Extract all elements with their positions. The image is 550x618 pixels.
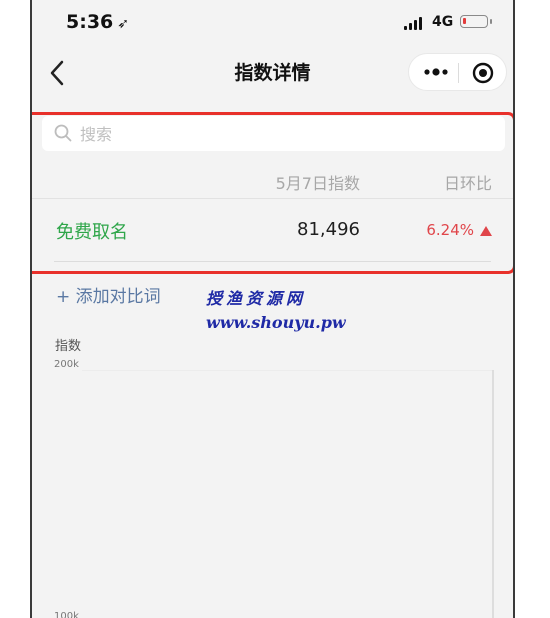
trend-up-icon (480, 226, 492, 236)
index-value: 81,496 (297, 219, 360, 240)
location-arrow-icon: ➶ (117, 16, 129, 32)
watermark-title: 授渔资源网 (206, 289, 307, 308)
search-input[interactable] (78, 120, 482, 148)
phone-screen: 5:36➶ 4G 指数详情 5月7日指数 日环比 免费取名 81,496 6.2… (30, 0, 515, 618)
status-time: 5:36 ➶ (66, 11, 129, 33)
network-type: 4G (432, 14, 454, 30)
divider (32, 198, 513, 199)
y-tick-label: 200k (54, 359, 79, 370)
target-circle-icon[interactable] (472, 62, 494, 84)
search-box[interactable] (42, 116, 505, 151)
change-percent: 6.24% (426, 221, 474, 239)
column-header-date-index: 5月7日指数 (275, 174, 360, 193)
capsule-divider (458, 63, 459, 83)
divider (54, 261, 491, 262)
cellular-signal-icon (404, 17, 426, 30)
watermark: 授渔资源网 www.shouyu.pw (206, 285, 346, 332)
chart-y-axis-label: 指数 (55, 339, 82, 354)
search-icon (54, 124, 72, 142)
line-chart (82, 370, 494, 618)
battery-icon (460, 15, 492, 28)
keyword-label: 免费取名 (56, 222, 128, 243)
column-header-day-change: 日环比 (443, 174, 492, 193)
more-dots-icon[interactable] (423, 62, 449, 82)
miniprogram-capsule (408, 53, 507, 91)
watermark-url: www.shouyu.pw (206, 313, 346, 332)
add-compare-link[interactable]: + 添加对比词 (56, 282, 161, 307)
